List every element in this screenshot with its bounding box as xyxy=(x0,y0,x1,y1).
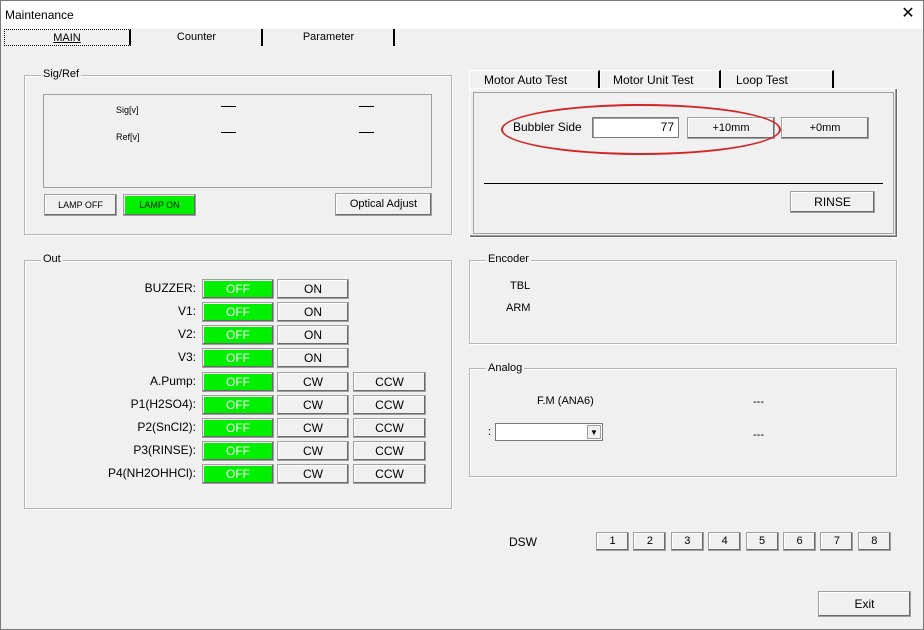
motor-divider xyxy=(484,183,883,184)
sig-value-2 xyxy=(359,106,374,107)
tab-counter[interactable]: Counter xyxy=(132,29,263,46)
dsw-button[interactable]: 7 xyxy=(820,532,854,551)
out-off-button[interactable]: OFF xyxy=(202,302,274,322)
tab-loop-test-label: Loop Test xyxy=(736,73,788,87)
tab-motor-unit-test-label: Motor Unit Test xyxy=(613,73,694,87)
ref-value-2 xyxy=(359,132,374,133)
plus-10mm-button[interactable]: +10mm xyxy=(687,117,775,139)
sigref-display xyxy=(43,94,432,188)
fm-label: F.M (ANA6) xyxy=(537,395,594,407)
dsw-button[interactable]: 8 xyxy=(857,532,891,551)
out-row-label: P1(H2SO4): xyxy=(130,397,196,411)
out-reverse-button[interactable]: CCW xyxy=(353,441,426,461)
out-action-button[interactable]: ON xyxy=(277,348,349,368)
bubbler-side-label: Bubbler Side xyxy=(513,120,582,134)
out-row-label: V3: xyxy=(177,350,196,364)
encoder-title: Encoder xyxy=(486,253,531,265)
out-reverse-button[interactable]: CCW xyxy=(353,395,426,415)
ref-label: Ref[v] xyxy=(116,132,140,142)
plus-0mm-button[interactable]: +0mm xyxy=(781,117,869,139)
out-off-button[interactable]: OFF xyxy=(202,325,274,345)
arm-label: ARM xyxy=(506,302,531,314)
fm-value: --- xyxy=(753,396,764,408)
out-row-label: V2: xyxy=(177,327,196,341)
out-action-button[interactable]: ON xyxy=(277,325,349,345)
out-off-button[interactable]: OFF xyxy=(202,464,274,484)
out-off-button[interactable]: OFF xyxy=(202,441,274,461)
out-row-label: P4(NH2OHHCl): xyxy=(107,466,196,480)
dsw-button[interactable]: 2 xyxy=(633,532,667,551)
out-row-label: A.Pump: xyxy=(149,374,196,388)
out-off-button[interactable]: OFF xyxy=(202,418,274,438)
dsw-label: DSW xyxy=(509,535,537,549)
optical-adjust-button[interactable]: Optical Adjust xyxy=(335,193,432,216)
out-action-button[interactable]: CW xyxy=(277,418,349,438)
out-off-button[interactable]: OFF xyxy=(202,395,274,415)
dsw-button[interactable]: 6 xyxy=(783,532,816,551)
close-icon[interactable]: ✕ xyxy=(897,3,919,25)
chevron-down-icon[interactable]: ▼ xyxy=(587,425,601,439)
out-action-button[interactable]: ON xyxy=(277,302,349,322)
tab-main[interactable]: MAIN xyxy=(4,29,131,46)
out-row-label: P3(RINSE): xyxy=(133,443,196,457)
exit-button[interactable]: Exit xyxy=(818,591,911,617)
dsw-button[interactable]: 4 xyxy=(708,532,742,551)
tab-motor-auto-test[interactable]: Motor Auto Test xyxy=(469,70,600,88)
rinse-button[interactable]: RINSE xyxy=(790,191,875,213)
out-reverse-button[interactable]: CCW xyxy=(353,464,426,484)
tab-counter-label: Counter xyxy=(176,31,217,43)
encoder-group xyxy=(469,260,897,344)
dsw-button[interactable]: 3 xyxy=(670,532,704,551)
tab-main-label: MAIN xyxy=(53,32,81,44)
out-off-button[interactable]: OFF xyxy=(202,372,274,392)
out-action-button[interactable]: ON xyxy=(277,279,349,299)
dsw-button[interactable]: 5 xyxy=(745,532,779,551)
tab-motor-unit-test[interactable]: Motor Unit Test xyxy=(600,70,721,88)
lamp-off-button[interactable]: LAMP OFF xyxy=(44,194,117,216)
out-action-button[interactable]: CW xyxy=(277,441,349,461)
out-reverse-button[interactable]: CCW xyxy=(353,418,426,438)
tbl-label: TBL xyxy=(510,280,531,292)
maintenance-window: Maintenance ✕ MAIN Counter Parameter Sig… xyxy=(0,0,924,630)
analog-value-2: --- xyxy=(753,429,764,441)
lamp-on-button[interactable]: LAMP ON xyxy=(123,194,196,216)
sig-label: Sig[v] xyxy=(116,105,139,115)
analog-title: Analog xyxy=(486,362,525,374)
out-action-button[interactable]: CW xyxy=(277,464,349,484)
out-row-label: P2(SnCl2): xyxy=(137,420,196,434)
out-action-button[interactable]: CW xyxy=(277,372,349,392)
tab-parameter[interactable]: Parameter xyxy=(264,29,395,46)
out-row-label: V1: xyxy=(177,304,196,318)
window-title: Maintenance xyxy=(5,8,74,22)
title-bar: Maintenance ✕ xyxy=(1,1,923,29)
sigref-title: Sig/Ref xyxy=(41,68,82,80)
analog-select-prefix: : xyxy=(488,426,492,438)
out-off-button[interactable]: OFF xyxy=(202,348,274,368)
tab-motor-auto-test-label: Motor Auto Test xyxy=(484,73,568,87)
sig-value-1 xyxy=(221,106,236,107)
analog-channel-select[interactable]: ▼ xyxy=(495,423,603,441)
tab-loop-test[interactable]: Loop Test xyxy=(721,70,834,88)
out-off-button[interactable]: OFF xyxy=(202,279,274,299)
out-title: Out xyxy=(41,253,63,265)
tab-parameter-label: Parameter xyxy=(302,31,355,43)
dsw-button[interactable]: 1 xyxy=(596,532,629,551)
out-row-label: BUZZER: xyxy=(144,281,196,295)
out-action-button[interactable]: CW xyxy=(277,395,349,415)
out-reverse-button[interactable]: CCW xyxy=(353,372,426,392)
ref-value-1 xyxy=(221,132,236,133)
bubbler-side-input[interactable]: 77 xyxy=(592,117,679,138)
